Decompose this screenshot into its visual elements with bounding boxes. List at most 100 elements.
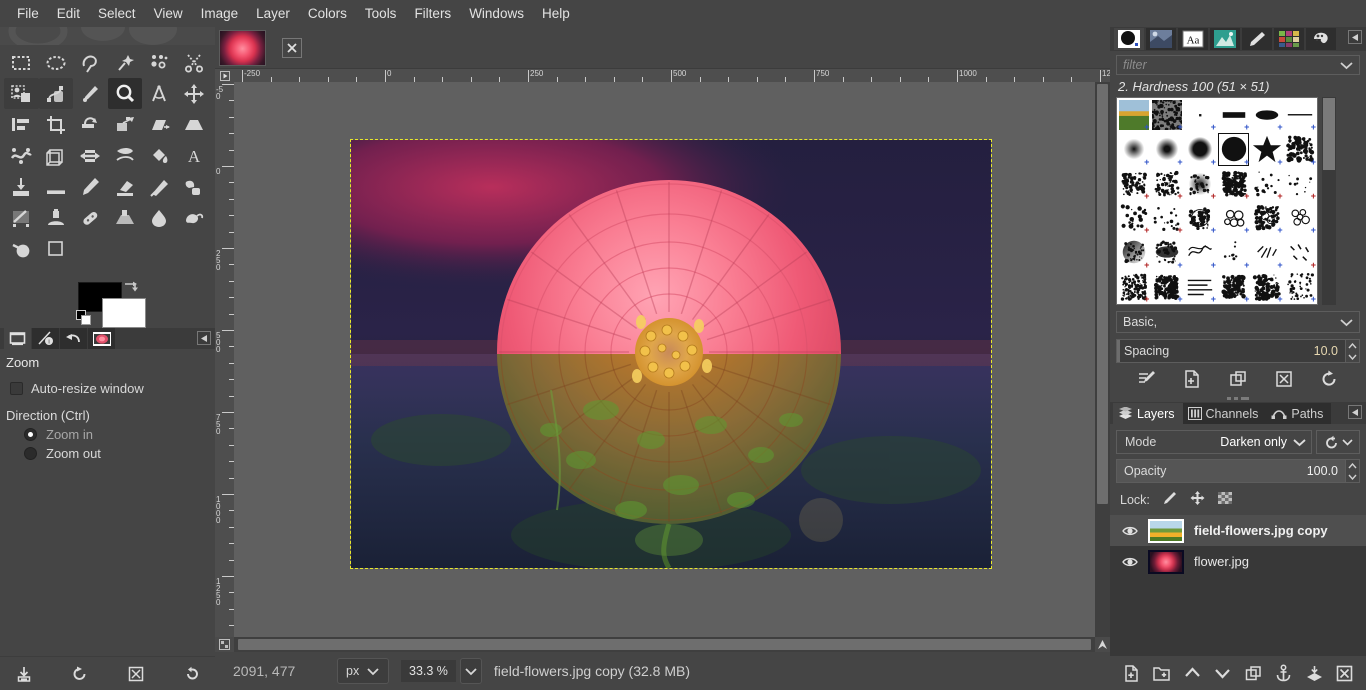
composite-mode-button[interactable] xyxy=(1316,430,1360,454)
brush-grid[interactable]: + + + + + + + + + + + + + + + + + + + + + + + + + + + + + + + + + + + + xyxy=(1116,97,1318,305)
brush-acrylic[interactable]: + xyxy=(1284,132,1317,166)
brush-block-line[interactable]: + xyxy=(1217,98,1250,132)
free-select-icon[interactable] xyxy=(73,47,108,78)
menu-layer[interactable]: Layer xyxy=(247,3,299,24)
brush-hardness-025[interactable]: + xyxy=(1117,132,1150,166)
tab-palettes[interactable] xyxy=(1274,28,1304,50)
perspective-clone-icon[interactable] xyxy=(108,202,143,233)
raise-layer-icon[interactable] xyxy=(1181,662,1203,684)
tool-options-menu-button[interactable] xyxy=(197,331,211,345)
pencil-icon[interactable] xyxy=(39,171,74,202)
brush-light-dust[interactable]: + xyxy=(1284,270,1317,304)
paths-icon[interactable] xyxy=(38,78,73,109)
tab-tool-options[interactable] xyxy=(4,328,31,349)
brush-dashes[interactable]: + xyxy=(1284,235,1317,269)
perspective-icon[interactable] xyxy=(177,109,212,140)
tab-tool-options-right[interactable] xyxy=(1242,28,1272,50)
navigation-control-button[interactable] xyxy=(1095,637,1110,652)
edit-brush-icon[interactable] xyxy=(1135,367,1159,391)
delete-brush-icon[interactable] xyxy=(1272,367,1296,391)
unit-selector[interactable]: px xyxy=(337,658,389,684)
zoom-out-radio[interactable] xyxy=(24,447,37,460)
swap-colors-icon[interactable] xyxy=(122,281,140,300)
text-icon[interactable]: A xyxy=(177,140,212,171)
layers-dock-menu-button[interactable] xyxy=(1348,405,1362,419)
brush-texture-field[interactable]: + xyxy=(1117,98,1150,132)
new-brush-icon[interactable] xyxy=(1180,367,1204,391)
tab-layers[interactable]: Layers xyxy=(1113,403,1183,424)
zoom-out-radio-row[interactable]: Zoom out xyxy=(24,446,209,461)
flip-icon[interactable] xyxy=(108,140,143,171)
clone-icon[interactable] xyxy=(39,202,74,233)
zoom-in-radio-row[interactable]: Zoom in xyxy=(24,427,209,442)
lock-alpha-icon[interactable] xyxy=(1217,490,1234,509)
vertical-scrollbar[interactable] xyxy=(1095,82,1110,637)
zoom-menu-button[interactable] xyxy=(459,658,482,684)
brush-grid-scrollbar[interactable] xyxy=(1322,97,1336,305)
warp-transform-icon[interactable] xyxy=(4,140,39,171)
ink-icon[interactable] xyxy=(177,171,212,202)
zoom-icon[interactable] xyxy=(107,78,142,109)
measure-icon[interactable] xyxy=(142,78,177,109)
background-color-swatch[interactable] xyxy=(102,298,146,328)
horizontal-scrollbar[interactable] xyxy=(234,637,1095,652)
menu-file[interactable]: File xyxy=(8,3,48,24)
brush-scatter-1[interactable]: + xyxy=(1117,201,1150,235)
lower-layer-icon[interactable] xyxy=(1212,662,1234,684)
menu-edit[interactable]: Edit xyxy=(48,3,89,24)
quickmask-toggle-button[interactable] xyxy=(215,637,234,652)
layer-list[interactable]: field-flowers.jpg copy flower.jpg xyxy=(1110,515,1366,656)
brush-noise-1[interactable]: + xyxy=(1117,270,1150,304)
tab-fonts[interactable]: Aa xyxy=(1178,28,1208,50)
menu-select[interactable]: Select xyxy=(89,3,145,24)
brush-strokes-rad[interactable]: + xyxy=(1250,235,1283,269)
lock-pixels-icon[interactable] xyxy=(1161,490,1178,509)
brush-bubbles[interactable]: + xyxy=(1217,201,1250,235)
menu-tools[interactable]: Tools xyxy=(356,3,406,24)
layer-mode-selector[interactable]: Mode Darken only xyxy=(1116,430,1312,454)
opacity-spinner[interactable] xyxy=(1346,459,1360,483)
scale-icon[interactable] xyxy=(108,109,143,140)
zoom-in-radio[interactable] xyxy=(24,428,37,441)
brush-texture-grunge[interactable]: + xyxy=(1150,98,1183,132)
horizontal-scrollbar-thumb[interactable] xyxy=(238,639,1091,650)
brush-mesh-2[interactable]: + xyxy=(1284,201,1317,235)
airbrush-icon[interactable] xyxy=(142,171,177,202)
crop-icon[interactable] xyxy=(39,109,74,140)
image-tab-thumbnail[interactable] xyxy=(219,29,266,66)
brush-hardness-050[interactable]: + xyxy=(1150,132,1183,166)
tab-paths[interactable]: Paths xyxy=(1266,403,1332,424)
brush-circles-1[interactable]: + xyxy=(1184,201,1217,235)
duplicate-layer-icon[interactable] xyxy=(1242,662,1264,684)
brush-lines-stack[interactable]: + xyxy=(1184,270,1217,304)
refresh-brushes-icon[interactable] xyxy=(1317,367,1341,391)
reset-colors-icon[interactable] xyxy=(76,310,92,329)
foreground-select-icon[interactable] xyxy=(4,78,39,109)
brush-fine-dots[interactable]: + xyxy=(1284,167,1317,201)
unified-transform-icon[interactable] xyxy=(39,233,74,264)
image-layer-composite[interactable] xyxy=(350,139,992,571)
layer-visibility-toggle[interactable] xyxy=(1122,523,1138,539)
gradient-icon[interactable] xyxy=(4,171,39,202)
brush-dense-splat[interactable]: + xyxy=(1217,167,1250,201)
brush-scribble[interactable]: + xyxy=(1184,235,1217,269)
brush-star[interactable]: + xyxy=(1250,132,1283,166)
brush-ellipse-soft[interactable]: + xyxy=(1250,98,1283,132)
brush-pixel[interactable]: + xyxy=(1184,98,1217,132)
eraser-icon[interactable] xyxy=(108,171,143,202)
paintbrush-icon[interactable] xyxy=(73,171,108,202)
tab-images[interactable] xyxy=(88,328,115,349)
brush-scrollbar-thumb[interactable] xyxy=(1323,98,1335,170)
new-layer-group-icon[interactable] xyxy=(1151,662,1173,684)
spacing-spinner[interactable] xyxy=(1346,339,1360,363)
rect-select-icon[interactable] xyxy=(4,47,39,78)
canvas[interactable] xyxy=(234,82,1095,637)
merge-down-icon[interactable] xyxy=(1303,662,1325,684)
handle-transform-icon[interactable] xyxy=(73,140,108,171)
duplicate-brush-icon[interactable] xyxy=(1226,367,1250,391)
tab-undo-history[interactable] xyxy=(60,328,87,349)
tab-brushes[interactable] xyxy=(1114,28,1144,50)
auto-resize-row[interactable]: Auto-resize window xyxy=(10,381,209,396)
menu-filters[interactable]: Filters xyxy=(405,3,460,24)
brush-mesh-1[interactable]: + xyxy=(1250,201,1283,235)
